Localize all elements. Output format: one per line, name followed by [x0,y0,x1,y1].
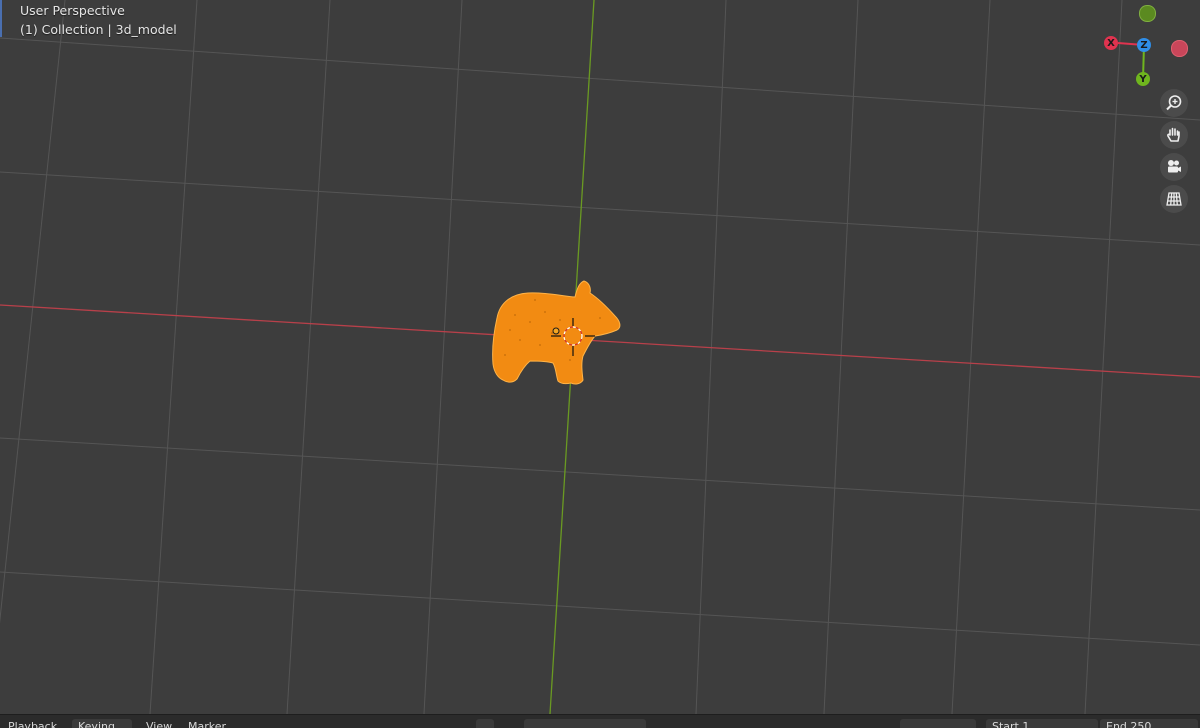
navigation-gizmo[interactable]: X Z Y [1098,0,1192,92]
gizmo-neg-y-ball[interactable] [1139,5,1156,22]
header-edge-indicator [0,0,2,37]
pan-button[interactable] [1160,121,1188,149]
gizmo-x-ball[interactable]: X [1104,36,1118,50]
3d-viewport[interactable]: User Perspective (1) Collection | 3d_mod… [0,0,1200,714]
gizmo-z-ball[interactable]: Z [1137,38,1151,52]
gizmo-neg-x-ball[interactable] [1171,40,1188,57]
hand-pan-icon [1167,127,1180,142]
camera-icon [1168,160,1181,173]
gizmo-y-ball[interactable]: Y [1136,72,1150,86]
model-silhouette[interactable] [492,280,621,385]
zoom-icon [1166,95,1182,111]
grid-ortho-icon [1166,192,1182,206]
grid-lines [0,0,1200,714]
camera-view-button[interactable] [1160,153,1188,181]
object-origin [552,327,560,335]
view-name-label: User Perspective [20,3,125,18]
collection-info-label: (1) Collection | 3d_model [20,22,177,37]
grid-floor [0,0,1200,714]
timeline-header: Playback Keying View Marker Start 1 End … [0,714,1200,728]
zoom-button[interactable] [1160,89,1188,117]
orthographic-toggle-button[interactable] [1160,185,1188,213]
